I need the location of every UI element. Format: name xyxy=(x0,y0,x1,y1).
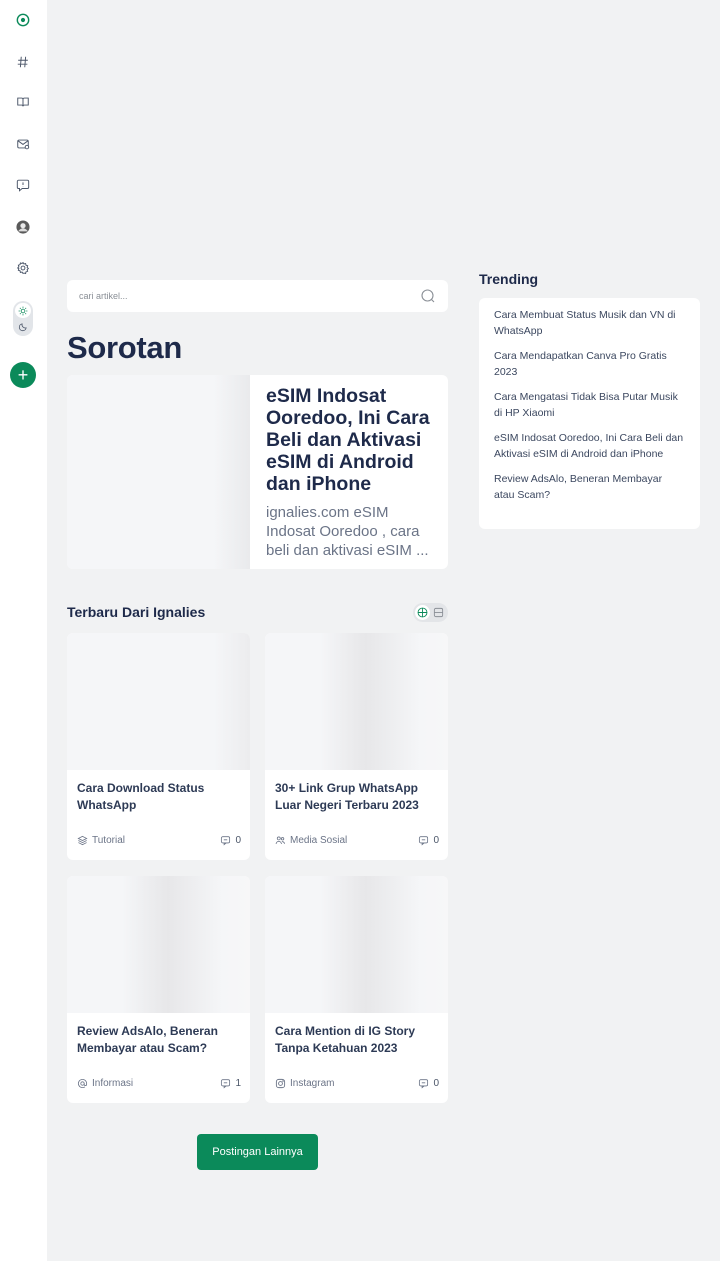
post-card[interactable]: Review AdsAlo, Beneran Membayar atau Sca… xyxy=(67,876,250,1103)
trending-list: Cara Membuat Status Musik dan VN di What… xyxy=(479,298,700,529)
post-category[interactable]: Informasi xyxy=(77,1078,133,1089)
avatar[interactable] xyxy=(13,217,33,237)
list-view-icon[interactable] xyxy=(431,605,446,620)
trending-item[interactable]: Review AdsAlo, Beneran Membayar atau Sca… xyxy=(494,472,685,503)
comment-count-value: 0 xyxy=(235,835,241,846)
comment-count: 1 xyxy=(220,1078,241,1089)
moon-icon xyxy=(15,319,31,334)
trending-item[interactable]: Cara Mendapatkan Canva Pro Gratis 2023 xyxy=(494,349,685,380)
category-label: Informasi xyxy=(92,1078,134,1089)
comment-icon xyxy=(221,836,231,846)
search-input[interactable] xyxy=(79,288,409,304)
featured-post[interactable]: eSIM Indosat Ooredoo, Ini Cara Beli dan … xyxy=(67,375,448,569)
post-category[interactable]: Tutorial xyxy=(77,835,125,846)
search-bar xyxy=(67,280,448,312)
featured-excerpt: ignalies.com eSIM Indosat Ooredoo , cara… xyxy=(266,504,429,559)
category-label: Tutorial xyxy=(92,835,125,846)
comment-count: 0 xyxy=(220,835,241,846)
section-title: Terbaru Dari Ignalies xyxy=(67,604,206,620)
hashtag-icon[interactable] xyxy=(13,52,33,72)
post-title[interactable]: 30+ Link Grup WhatsApp Luar Negeri Terba… xyxy=(275,780,440,814)
post-thumbnail[interactable] xyxy=(265,876,448,1013)
trending-item[interactable]: Cara Membuat Status Musik dan VN di What… xyxy=(494,308,685,339)
featured-thumbnail[interactable] xyxy=(67,375,250,569)
comment-count-value: 0 xyxy=(433,1078,439,1089)
page-title: Sorotan xyxy=(67,330,183,365)
help-chat-icon[interactable] xyxy=(13,175,33,195)
theme-toggle[interactable] xyxy=(13,301,33,336)
post-title[interactable]: Review AdsAlo, Beneran Membayar atau Sca… xyxy=(77,1023,242,1057)
comment-count: 0 xyxy=(418,1078,439,1089)
comment-count-value: 1 xyxy=(235,1078,241,1089)
post-title[interactable]: Cara Mention di IG Story Tanpa Ketahuan … xyxy=(275,1023,440,1057)
post-card[interactable]: Cara Mention di IG Story Tanpa Ketahuan … xyxy=(265,876,448,1103)
gear-icon[interactable] xyxy=(13,258,33,278)
add-post-button[interactable]: + xyxy=(10,362,36,388)
grid-view-icon[interactable] xyxy=(415,605,431,620)
logo-icon[interactable] xyxy=(13,10,33,30)
comment-icon xyxy=(221,1079,231,1089)
instagram-icon xyxy=(275,1078,286,1089)
view-toggle xyxy=(413,603,448,622)
post-title[interactable]: Cara Download Status WhatsApp xyxy=(77,780,242,814)
trending-title: Trending xyxy=(479,271,539,287)
users-icon xyxy=(275,836,286,845)
comment-count-value: 0 xyxy=(433,835,439,846)
trending-item[interactable]: eSIM Indosat Ooredoo, Ini Cara Beli dan … xyxy=(494,431,685,462)
post-thumbnail[interactable] xyxy=(67,633,250,770)
sidebar: + xyxy=(0,0,47,1261)
trending-item[interactable]: Cara Mengatasi Tidak Bisa Putar Musik di… xyxy=(494,390,685,421)
post-card[interactable]: 30+ Link Grup WhatsApp Luar Negeri Terba… xyxy=(265,633,448,860)
category-label: Instagram xyxy=(290,1078,335,1089)
mail-icon[interactable] xyxy=(13,134,33,154)
comment-icon xyxy=(419,836,429,846)
comment-icon xyxy=(419,1079,429,1089)
book-icon[interactable] xyxy=(13,92,33,112)
comment-count: 0 xyxy=(418,835,439,846)
category-label: Media Sosial xyxy=(290,835,348,846)
post-category[interactable]: Media Sosial xyxy=(275,835,347,846)
featured-title[interactable]: eSIM Indosat Ooredoo, Ini Cara Beli dan … xyxy=(266,385,438,495)
post-card[interactable]: Cara Download Status WhatsApp Tutorial 0 xyxy=(67,633,250,860)
at-icon xyxy=(77,1078,88,1089)
post-thumbnail[interactable] xyxy=(265,633,448,770)
sun-icon xyxy=(15,303,31,318)
layers-icon xyxy=(77,835,88,846)
post-category[interactable]: Instagram xyxy=(275,1078,334,1089)
search-icon[interactable] xyxy=(420,288,436,304)
more-posts-button[interactable]: Postingan Lainnya xyxy=(197,1134,318,1170)
post-thumbnail[interactable] xyxy=(67,876,250,1013)
